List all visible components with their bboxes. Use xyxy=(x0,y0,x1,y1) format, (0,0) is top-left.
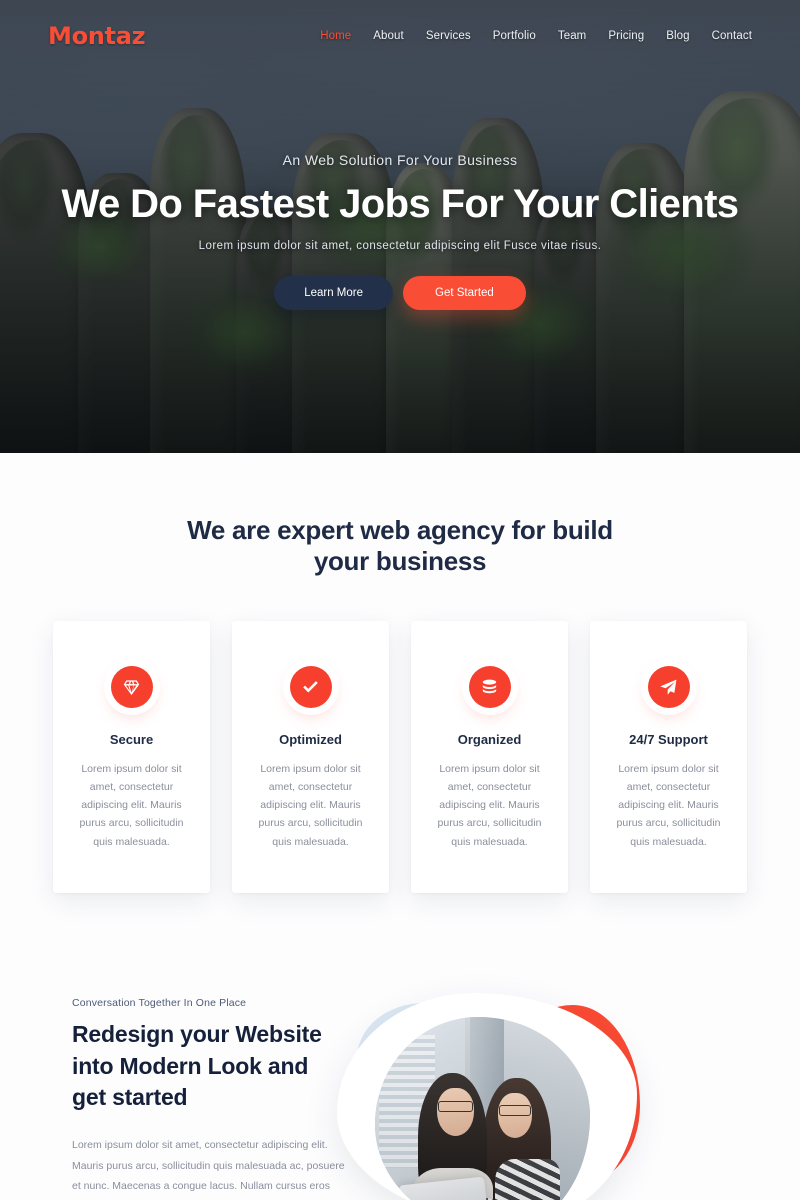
feature-card-text: Lorem ipsum dolor sit amet, consectetur … xyxy=(258,763,363,848)
get-started-button[interactable]: Get Started xyxy=(403,276,526,310)
nav-link-portfolio[interactable]: Portfolio xyxy=(493,30,536,42)
features-section: We are expert web agency for build your … xyxy=(0,453,800,894)
feature-card-support[interactable]: 24/7 Support Lorem ipsum dolor sit amet,… xyxy=(590,621,747,894)
nav-link-team[interactable]: Team xyxy=(558,30,587,42)
check-icon xyxy=(289,666,332,709)
feature-card-title: 24/7 Support xyxy=(629,732,708,748)
diamond-icon xyxy=(110,666,153,709)
learn-more-button[interactable]: Learn More xyxy=(274,276,393,310)
brand-logo[interactable]: Montaz xyxy=(48,22,146,50)
hero-eyebrow: An Web Solution For Your Business xyxy=(282,152,518,168)
redesign-photo xyxy=(375,1017,590,1200)
nav-links: Home About Services Portfolio Team Prici… xyxy=(320,30,752,42)
features-heading: We are expert web agency for build your … xyxy=(187,515,613,576)
feature-card-secure[interactable]: Secure Lorem ipsum dolor sit amet, conse… xyxy=(53,621,210,894)
feature-card-title: Organized xyxy=(457,732,522,748)
feature-card-optimized[interactable]: Optimized Lorem ipsum dolor sit amet, co… xyxy=(232,621,389,894)
hero-actions: Learn More Get Started xyxy=(40,276,760,310)
feature-cards: Secure Lorem ipsum dolor sit amet, conse… xyxy=(0,621,800,894)
feature-card-text: Lorem ipsum dolor sit amet, consectetur … xyxy=(616,763,721,848)
hero-title: We Do Fastest Jobs For Your Clients xyxy=(61,182,740,226)
redesign-eyebrow: Conversation Together In One Place xyxy=(72,997,247,1010)
feature-card-organized[interactable]: Organized Lorem ipsum dolor sit amet, co… xyxy=(411,621,568,894)
paper-plane-icon xyxy=(647,666,690,709)
nav-link-about[interactable]: About xyxy=(373,30,404,42)
nav-link-home[interactable]: Home xyxy=(320,30,351,42)
feature-card-title: Optimized xyxy=(279,732,342,748)
nav-link-pricing[interactable]: Pricing xyxy=(608,30,644,42)
database-icon xyxy=(468,666,511,709)
main-navigation: Montaz Home About Services Portfolio Tea… xyxy=(0,0,800,72)
redesign-text-column: Conversation Together In One Place Redes… xyxy=(0,997,345,1200)
feature-card-title: Secure xyxy=(109,732,154,748)
redesign-section: Conversation Together In One Place Redes… xyxy=(0,993,800,1200)
redesign-text: Lorem ipsum dolor sit amet, consectetur … xyxy=(72,1139,345,1193)
redesign-title: Redesign your Website into Modern Look a… xyxy=(72,1021,322,1110)
landing-page: Montaz Home About Services Portfolio Tea… xyxy=(0,0,800,1200)
nav-link-blog[interactable]: Blog xyxy=(666,30,689,42)
hero-section: Montaz Home About Services Portfolio Tea… xyxy=(0,0,800,453)
redesign-image-column xyxy=(337,993,800,1200)
feature-card-text: Lorem ipsum dolor sit amet, consectetur … xyxy=(79,763,184,848)
feature-card-text: Lorem ipsum dolor sit amet, consectetur … xyxy=(437,763,542,848)
nav-link-contact[interactable]: Contact xyxy=(712,30,752,42)
hero-subtitle: Lorem ipsum dolor sit amet, consectetur … xyxy=(198,240,602,252)
hero-content: An Web Solution For Your Business We Do … xyxy=(0,152,800,310)
nav-link-services[interactable]: Services xyxy=(426,30,471,42)
